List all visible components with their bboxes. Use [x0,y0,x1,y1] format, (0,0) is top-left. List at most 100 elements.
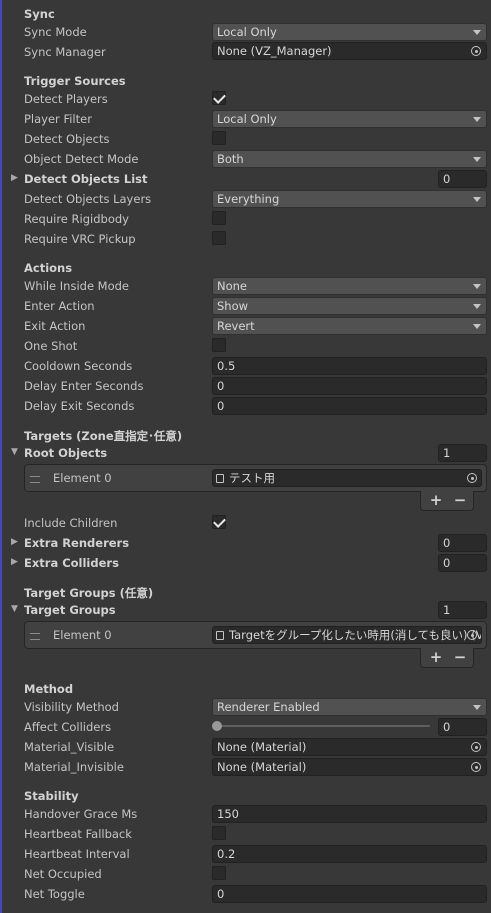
visibility-method-label: Visibility Method [24,700,119,714]
detect-objects-label: Detect Objects [24,132,110,146]
chevron-down-icon [473,284,481,289]
object-picker-icon[interactable] [467,630,477,640]
detect-objects-layers-value: Everything [217,192,280,206]
net-toggle-label: Net Toggle [24,887,85,901]
material-invisible-field[interactable]: None (Material) [212,758,487,776]
require-vrc-pickup-checkbox[interactable] [212,231,226,245]
delay-exit-seconds-label: Delay Exit Seconds [24,399,135,413]
handover-grace-ms-field[interactable]: 150 [212,805,487,823]
foldout-arrow-icon[interactable]: ▶ [11,537,21,547]
script-icon [216,631,224,640]
checkmark-icon [213,91,226,104]
chevron-down-icon [473,30,481,35]
target-groups-add-remove: + − [420,648,474,668]
affect-colliders-slider-track[interactable] [216,725,430,727]
material-invisible-value: None (Material) [217,760,307,774]
detect-players-label: Detect Players [24,92,108,106]
remove-element-button[interactable]: − [449,491,471,509]
material-visible-field[interactable]: None (Material) [212,738,487,756]
affect-colliders-label: Affect Colliders [24,720,112,734]
root-objects-add-remove: + − [420,491,474,511]
extra-colliders-size[interactable]: 0 [438,554,487,572]
handover-grace-ms-label: Handover Grace Ms [24,807,138,821]
affect-colliders-slider-thumb[interactable] [212,721,222,731]
require-rigidbody-label: Require Rigidbody [24,212,129,226]
require-rigidbody-checkbox[interactable] [212,211,226,225]
chevron-down-icon [473,705,481,710]
object-picker-icon[interactable] [471,46,481,56]
chevron-down-icon [473,117,481,122]
player-filter-dropdown[interactable]: Local Only [212,110,487,128]
extra-renderers-size[interactable]: 0 [438,534,487,552]
object-detect-mode-dropdown[interactable]: Both [212,150,487,168]
material-invisible-label: Material_Invisible [24,760,124,774]
section-trigger-sources: Trigger Sources [24,74,126,88]
foldout-arrow-icon[interactable]: ▶ [11,557,21,567]
delay-enter-seconds-label: Delay Enter Seconds [24,379,144,393]
inspector-panel: Sync Sync Mode Local Only Sync Manager N… [0,0,491,913]
sync-mode-value: Local Only [217,25,277,39]
cooldown-seconds-field[interactable]: 0.5 [212,357,487,375]
net-occupied-label: Net Occupied [24,867,102,881]
sync-mode-label: Sync Mode [24,25,87,39]
enter-action-dropdown[interactable]: Show [212,297,487,315]
exit-action-label: Exit Action [24,319,86,333]
one-shot-checkbox[interactable] [212,338,226,352]
foldout-arrow-icon[interactable]: ▶ [11,173,21,183]
add-element-button[interactable]: + [425,648,447,666]
sync-manager-label: Sync Manager [24,45,106,59]
exit-action-dropdown[interactable]: Revert [212,317,487,335]
extra-renderers-label[interactable]: Extra Renderers [24,536,129,550]
target-groups-label[interactable]: Target Groups [24,603,116,617]
checkmark-icon [213,515,226,528]
while-inside-mode-dropdown[interactable]: None [212,277,487,295]
drag-handle-icon[interactable] [30,633,40,640]
target-groups-size[interactable]: 1 [438,601,487,619]
sync-manager-value: None (VZ_Manager) [217,44,332,58]
sync-manager-field[interactable]: None (VZ_Manager) [212,42,487,60]
delay-enter-seconds-field[interactable]: 0 [212,377,487,395]
visibility-method-dropdown[interactable]: Renderer Enabled [212,698,487,716]
include-children-checkbox[interactable] [212,515,226,529]
remove-element-button[interactable]: − [449,648,471,666]
foldout-open-icon[interactable]: ▼ [11,447,21,457]
visibility-method-value: Renderer Enabled [217,700,320,714]
element-0-field[interactable]: テスト用 [212,469,482,487]
root-objects-label[interactable]: Root Objects [24,446,107,460]
chevron-down-icon [473,197,481,202]
detect-objects-checkbox[interactable] [212,131,226,145]
object-picker-icon[interactable] [467,473,477,483]
section-stability: Stability [24,789,79,803]
exit-action-value: Revert [217,319,255,333]
element-0-label: Element 0 [53,471,112,485]
net-toggle-field[interactable]: 0 [212,885,487,903]
object-picker-icon[interactable] [471,762,481,772]
add-element-button[interactable]: + [425,491,447,509]
one-shot-label: One Shot [24,339,78,353]
extra-colliders-label[interactable]: Extra Colliders [24,556,119,570]
object-picker-icon[interactable] [471,742,481,752]
detect-objects-layers-dropdown[interactable]: Everything [212,190,487,208]
material-visible-value: None (Material) [217,740,307,754]
player-filter-label: Player Filter [24,112,92,126]
detect-objects-list-size[interactable]: 0 [438,170,487,188]
player-filter-value: Local Only [217,112,277,126]
enter-action-value: Show [217,299,249,313]
section-sync: Sync [24,7,55,21]
heartbeat-interval-field[interactable]: 0.2 [212,845,487,863]
section-actions: Actions [24,261,73,275]
delay-exit-seconds-field[interactable]: 0 [212,397,487,415]
net-occupied-checkbox[interactable] [212,866,226,880]
element-0-value: テスト用 [229,471,275,485]
while-inside-mode-value: None [217,279,248,293]
foldout-open-icon[interactable]: ▼ [11,604,21,614]
root-objects-size[interactable]: 1 [438,444,487,462]
element-0-field[interactable]: Targetをグループ化したい時用(消しても良い) (V [212,626,482,644]
heartbeat-fallback-label: Heartbeat Fallback [24,827,132,841]
detect-objects-list-label[interactable]: Detect Objects List [24,172,148,186]
drag-handle-icon[interactable] [30,476,40,483]
sync-mode-dropdown[interactable]: Local Only [212,23,487,41]
detect-players-checkbox[interactable] [212,91,226,105]
heartbeat-fallback-checkbox[interactable] [212,826,226,840]
affect-colliders-value[interactable]: 0 [438,718,487,736]
